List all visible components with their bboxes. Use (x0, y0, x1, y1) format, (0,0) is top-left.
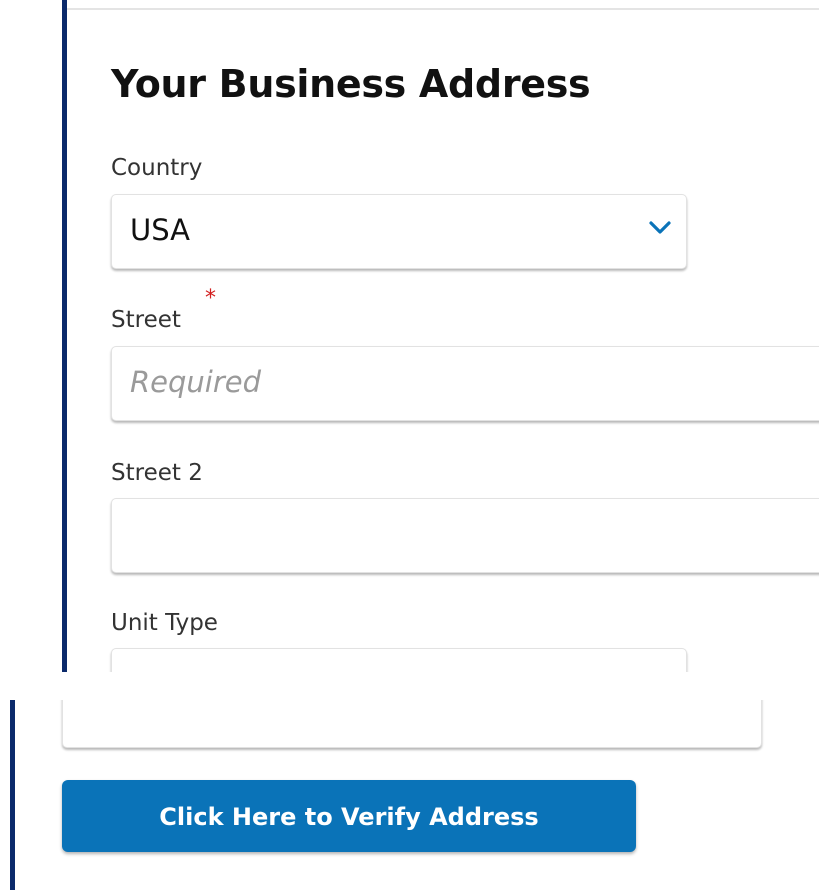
country-select-value: USA (130, 213, 191, 247)
unit-type-label: Unit Type (111, 610, 218, 636)
unit-type-select[interactable] (62, 700, 762, 748)
left-accent-bar-lower (10, 700, 15, 890)
street-input[interactable]: Required (111, 346, 819, 421)
chevron-down-icon[interactable] (648, 220, 672, 236)
form-title: Your Business Address (111, 62, 591, 106)
required-asterisk: * (205, 286, 216, 311)
unit-type-select-top[interactable] (111, 648, 687, 672)
top-divider (67, 8, 819, 10)
street2-label: Street 2 (111, 460, 203, 486)
street2-input[interactable] (111, 498, 819, 573)
country-select[interactable]: USA (111, 194, 687, 269)
country-label: Country (111, 155, 203, 181)
street-input-placeholder: Required (130, 365, 262, 399)
screenshot-gap (0, 672, 819, 700)
street-label: Street (111, 307, 181, 333)
address-form-panel-top: Your Business Address Country USA Street… (0, 0, 819, 672)
address-form-panel-bottom: Click Here to Verify Address (0, 700, 819, 890)
verify-address-button[interactable]: Click Here to Verify Address (62, 780, 636, 852)
left-accent-bar (62, 0, 67, 672)
